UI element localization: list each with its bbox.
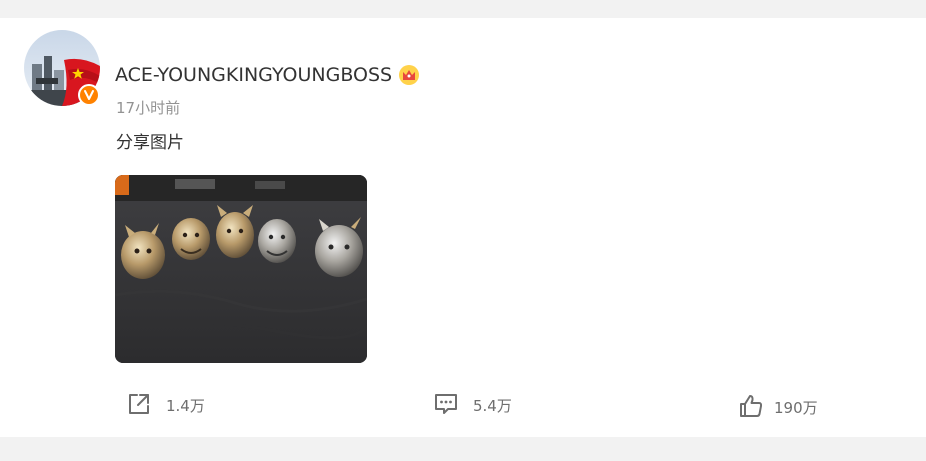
like-button[interactable]: 190万 [738, 394, 818, 422]
like-count: 190万 [774, 399, 818, 417]
share-icon [126, 391, 152, 421]
share-count: 1.4万 [166, 397, 205, 415]
avatar[interactable] [24, 30, 100, 106]
share-button[interactable]: 1.4万 [126, 392, 205, 420]
post-text: 分享图片 [116, 133, 184, 153]
bottom-divider [0, 437, 926, 461]
verified-badge-icon [78, 84, 100, 106]
comment-count: 5.4万 [473, 397, 512, 415]
crown-icon[interactable] [398, 64, 420, 86]
dragon-rings-photo [115, 175, 367, 363]
top-divider [0, 0, 926, 18]
post-timestamp[interactable]: 17小时前 [116, 98, 180, 118]
username-row: ACE-YOUNGKINGYOUNGBOSS [115, 63, 420, 87]
comment-button[interactable]: 5.4万 [433, 392, 512, 420]
post-image[interactable] [115, 175, 367, 363]
comment-icon [433, 391, 459, 421]
thumbs-up-icon [738, 393, 764, 423]
username-link[interactable]: ACE-YOUNGKINGYOUNGBOSS [115, 63, 392, 87]
